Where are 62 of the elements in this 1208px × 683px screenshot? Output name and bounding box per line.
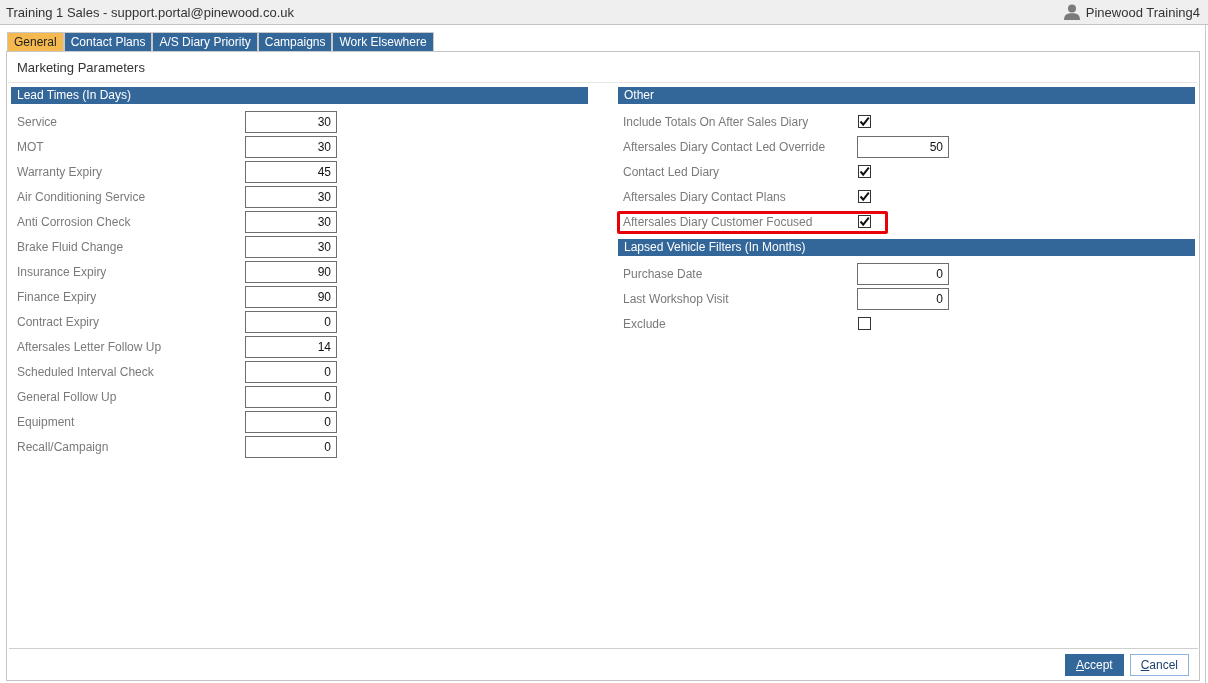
number-field[interactable]: 14: [245, 335, 337, 358]
field-label: Recall/Campaign: [16, 439, 110, 454]
window-title: Training 1 Sales - support.portal@pinewood.co.uk: [6, 4, 295, 20]
number-field[interactable]: 30: [245, 210, 337, 233]
field-label: Scheduled Interval Check: [16, 364, 155, 379]
field-label: Exclude: [622, 316, 667, 331]
number-field[interactable]: 0: [857, 287, 949, 310]
field-label: Aftersales Diary Customer Focused: [622, 214, 814, 229]
field-label: Equipment: [16, 414, 76, 429]
field-label: Warranty Expiry: [16, 164, 103, 179]
number-field[interactable]: 90: [245, 285, 337, 308]
tab[interactable]: Work Elsewhere: [333, 33, 433, 51]
section-header: Lead Times (In Days): [11, 87, 588, 104]
field-label: Contact Led Diary: [622, 164, 721, 179]
checkbox[interactable]: [858, 165, 871, 178]
checkbox[interactable]: [858, 317, 871, 330]
field-label: Service: [16, 114, 58, 129]
number-field[interactable]: 0: [245, 435, 337, 458]
cancel-button[interactable]: Cancel: [1129, 653, 1189, 676]
checkbox[interactable]: [858, 215, 871, 228]
page-title: Marketing Parameters: [17, 59, 145, 75]
field-label: Purchase Date: [622, 266, 704, 281]
number-field[interactable]: 30: [245, 235, 337, 258]
number-field[interactable]: 0: [857, 262, 949, 285]
field-label: Finance Expiry: [16, 289, 98, 304]
number-field[interactable]: 30: [245, 135, 337, 158]
tab[interactable]: A/S Diary Priority: [153, 33, 257, 51]
field-label: MOT: [16, 139, 45, 154]
tab[interactable]: General: [8, 33, 63, 51]
field-label: Anti Corrosion Check: [16, 214, 132, 229]
field-label: Brake Fluid Change: [16, 239, 125, 254]
number-field[interactable]: 90: [245, 260, 337, 283]
user-silhouette-icon: [1063, 4, 1080, 20]
field-label: Aftersales Letter Follow Up: [16, 339, 163, 354]
field-label: Air Conditioning Service: [16, 189, 147, 204]
tab[interactable]: Campaigns: [258, 33, 332, 51]
number-field[interactable]: 30: [245, 110, 337, 133]
section-header: Other: [618, 87, 1195, 104]
user-name: Pinewood Training4: [1085, 4, 1200, 20]
field-label: Contract Expiry: [16, 314, 101, 329]
number-field[interactable]: 0: [245, 360, 337, 383]
tab[interactable]: Contact Plans: [64, 33, 152, 51]
field-label: Last Workshop Visit: [622, 291, 730, 306]
number-field[interactable]: 30: [245, 185, 337, 208]
check-icon: [859, 166, 870, 177]
field-label: Aftersales Diary Contact Plans: [622, 189, 787, 204]
field-label: Include Totals On After Sales Diary: [622, 114, 810, 129]
check-icon: [859, 191, 870, 202]
check-icon: [859, 216, 870, 227]
section-header: Lapsed Vehicle Filters (In Months): [618, 239, 1195, 256]
number-field[interactable]: 0: [245, 385, 337, 408]
accept-button[interactable]: Accept: [1064, 653, 1124, 676]
number-field[interactable]: 50: [857, 135, 949, 158]
checkbox[interactable]: [858, 190, 871, 203]
number-field[interactable]: 45: [245, 160, 337, 183]
check-icon: [859, 116, 870, 127]
field-label: General Follow Up: [16, 389, 118, 404]
checkbox[interactable]: [858, 115, 871, 128]
field-label: Insurance Expiry: [16, 264, 108, 279]
field-label: Aftersales Diary Contact Led Override: [622, 139, 827, 154]
number-field[interactable]: 0: [245, 410, 337, 433]
number-field[interactable]: 0: [245, 310, 337, 333]
